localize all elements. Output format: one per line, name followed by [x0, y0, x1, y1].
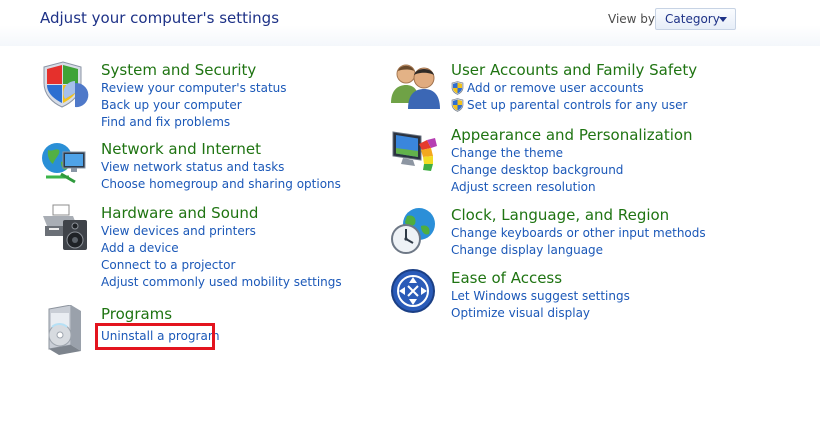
link-desktop-background[interactable]: Change desktop background [451, 163, 623, 178]
users-icon[interactable] [391, 61, 441, 111]
link-homegroup-sharing[interactable]: Choose homegroup and sharing options [101, 177, 341, 192]
category-title[interactable]: User Accounts and Family Safety [451, 61, 697, 79]
link-display-language[interactable]: Change display language [451, 243, 603, 258]
category-title[interactable]: System and Security [101, 61, 256, 79]
link-find-fix-problems[interactable]: Find and fix problems [101, 115, 230, 130]
link-screen-resolution[interactable]: Adjust screen resolution [451, 180, 596, 195]
view-by-dropdown[interactable]: Category [655, 8, 736, 30]
link-add-device[interactable]: Add a device [101, 241, 179, 256]
category-title[interactable]: Appearance and Personalization [451, 126, 693, 144]
category-title[interactable]: Hardware and Sound [101, 204, 258, 222]
link-windows-suggest[interactable]: Let Windows suggest settings [451, 289, 630, 304]
link-connect-projector[interactable]: Connect to a projector [101, 258, 235, 273]
link-add-remove-accounts[interactable]: Add or remove user accounts [467, 81, 644, 96]
monitor-palette-icon[interactable] [391, 126, 441, 176]
chevron-down-icon [719, 17, 727, 22]
page-title: Adjust your computer's settings [40, 9, 280, 27]
highlight-box [95, 323, 215, 350]
view-by-value: Category [665, 12, 720, 26]
link-back-up[interactable]: Back up your computer [101, 98, 242, 113]
link-network-status[interactable]: View network status and tasks [101, 160, 284, 175]
ease-of-access-icon[interactable] [391, 269, 441, 319]
shield-pie-icon[interactable] [41, 61, 91, 111]
link-review-status[interactable]: Review your computer's status [101, 81, 287, 96]
printer-speaker-icon[interactable] [41, 204, 91, 254]
link-mobility-settings[interactable]: Adjust commonly used mobility settings [101, 275, 342, 290]
programs-box-icon[interactable] [41, 305, 91, 355]
category-title[interactable]: Network and Internet [101, 140, 261, 158]
category-title[interactable]: Ease of Access [451, 269, 562, 287]
link-parental-controls[interactable]: Set up parental controls for any user [467, 98, 687, 113]
uac-shield-icon [451, 81, 464, 95]
link-optimize-display[interactable]: Optimize visual display [451, 306, 590, 321]
globe-network-icon[interactable] [41, 140, 91, 190]
link-keyboards-input[interactable]: Change keyboards or other input methods [451, 226, 706, 241]
uac-shield-icon [451, 98, 464, 112]
link-devices-printers[interactable]: View devices and printers [101, 224, 256, 239]
clock-globe-icon[interactable] [391, 206, 441, 256]
category-title[interactable]: Programs [101, 305, 172, 323]
category-title[interactable]: Clock, Language, and Region [451, 206, 669, 224]
view-by-label: View by: [608, 12, 659, 26]
link-change-theme[interactable]: Change the theme [451, 146, 563, 161]
